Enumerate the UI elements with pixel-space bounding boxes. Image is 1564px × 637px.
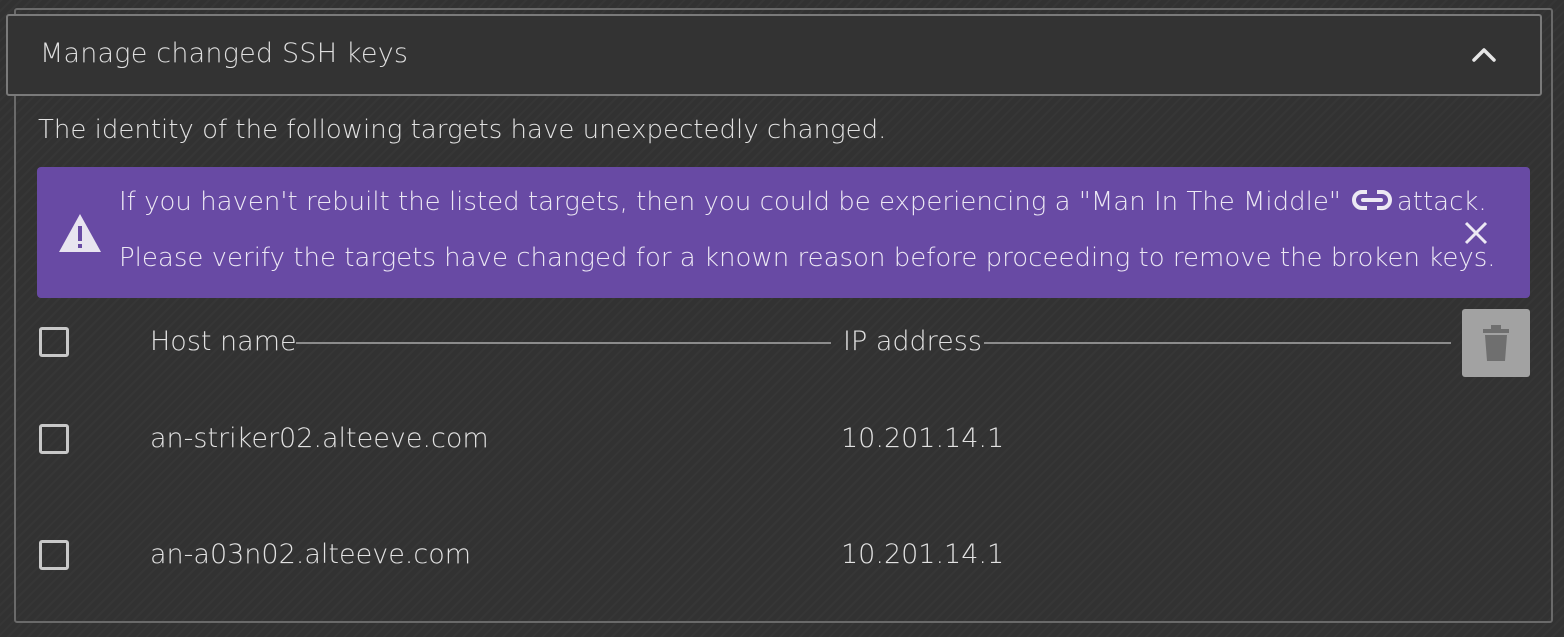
- alert-message-line2: Please verify the targets have changed f…: [119, 243, 1496, 273]
- header-divider: [984, 342, 1451, 344]
- ssh-keys-panel: [14, 8, 1553, 623]
- description-text: The identity of the following targets ha…: [38, 115, 887, 145]
- alert-text-before-link: If you haven't rebuilt the listed target…: [119, 187, 1341, 217]
- column-header-ip-address[interactable]: IP address: [843, 326, 982, 357]
- column-header-host-name[interactable]: Host name: [150, 326, 297, 357]
- link-icon: [1351, 189, 1392, 210]
- row-host-name: an-striker02.alteeve.com: [150, 423, 489, 454]
- close-icon[interactable]: [1460, 217, 1492, 249]
- alert-text-after-link: attack.: [1396, 187, 1487, 217]
- trash-icon: [1483, 325, 1509, 361]
- page: Manage changed SSH keys The identity of …: [0, 0, 1564, 637]
- collapse-button[interactable]: [1466, 36, 1502, 72]
- alert-message-line1: If you haven't rebuilt the listed target…: [119, 187, 1487, 217]
- panel-header[interactable]: Manage changed SSH keys: [6, 14, 1542, 96]
- row-host-name: an-a03n02.alteeve.com: [150, 539, 472, 570]
- warning-alert: If you haven't rebuilt the listed target…: [37, 167, 1530, 298]
- row-checkbox[interactable]: [39, 540, 69, 570]
- mitm-link[interactable]: [1351, 187, 1393, 213]
- warning-icon: [59, 214, 101, 252]
- row-ip-address: 10.201.14.1: [841, 539, 1005, 570]
- chevron-up-icon: [1472, 48, 1496, 62]
- select-all-checkbox[interactable]: [39, 327, 69, 357]
- panel-title: Manage changed SSH keys: [40, 38, 409, 69]
- header-divider: [296, 342, 831, 344]
- row-ip-address: 10.201.14.1: [841, 423, 1005, 454]
- row-checkbox[interactable]: [39, 424, 69, 454]
- delete-button[interactable]: [1462, 309, 1530, 377]
